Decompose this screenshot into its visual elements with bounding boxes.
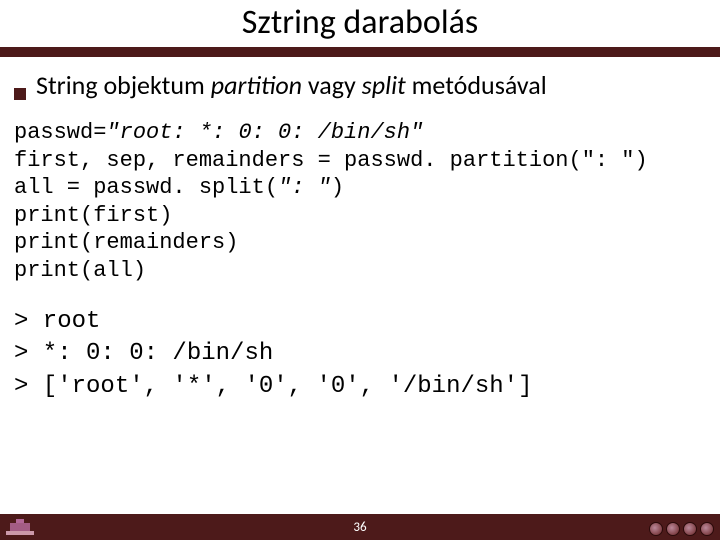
- out-l3: > ['root', '*', '0', '0', '/bin/sh']: [14, 373, 532, 400]
- code-l4: print(first): [14, 203, 172, 228]
- bullet-mid: vagy: [302, 69, 362, 101]
- code-l3a: all = passwd. split(: [14, 175, 278, 200]
- square-bullet-icon: [14, 88, 26, 100]
- code-l2: first, sep, remainders = passwd. partiti…: [14, 148, 648, 173]
- code-l3b: ": ": [278, 175, 331, 200]
- slide-title: Sztring darabolás: [0, 0, 720, 47]
- slide-footer: 36: [0, 514, 720, 540]
- title-underline-band: [0, 47, 720, 57]
- bullet-em-partition: partition: [211, 69, 302, 101]
- bullet-line: String objektum partition vagy split met…: [14, 69, 706, 101]
- footer-left-logo: [6, 519, 34, 537]
- code-l6: print(all): [14, 258, 146, 283]
- footer-logo-icon: [683, 522, 697, 536]
- slide-content: String objektum partition vagy split met…: [0, 57, 720, 540]
- code-l1b: "root: *: 0: 0: /bin/sh": [106, 120, 423, 145]
- out-l2: > *: 0: 0: /bin/sh: [14, 340, 273, 367]
- footer-logo-icon: [666, 522, 680, 536]
- code-block: passwd="root: *: 0: 0: /bin/sh" first, s…: [14, 119, 706, 284]
- page-number: 36: [353, 520, 366, 535]
- bullet-em-split: split: [362, 69, 406, 101]
- code-l3c: ): [331, 175, 344, 200]
- out-l1: > root: [14, 308, 100, 335]
- bullet-text: String objektum partition vagy split met…: [36, 69, 547, 101]
- slide-header: Sztring darabolás: [0, 0, 720, 57]
- bullet-post: metódusával: [406, 69, 547, 101]
- footer-logo-icon: [700, 522, 714, 536]
- code-l1a: passwd=: [14, 120, 106, 145]
- code-l5: print(remainders): [14, 230, 238, 255]
- bullet-pre: String objektum: [36, 69, 211, 101]
- output-block: > root > *: 0: 0: /bin/sh > ['root', '*'…: [14, 306, 706, 403]
- university-crest-icon: [6, 519, 34, 537]
- slide: Sztring darabolás String objektum partit…: [0, 0, 720, 540]
- footer-right-logos: [649, 522, 714, 536]
- footer-logo-icon: [649, 522, 663, 536]
